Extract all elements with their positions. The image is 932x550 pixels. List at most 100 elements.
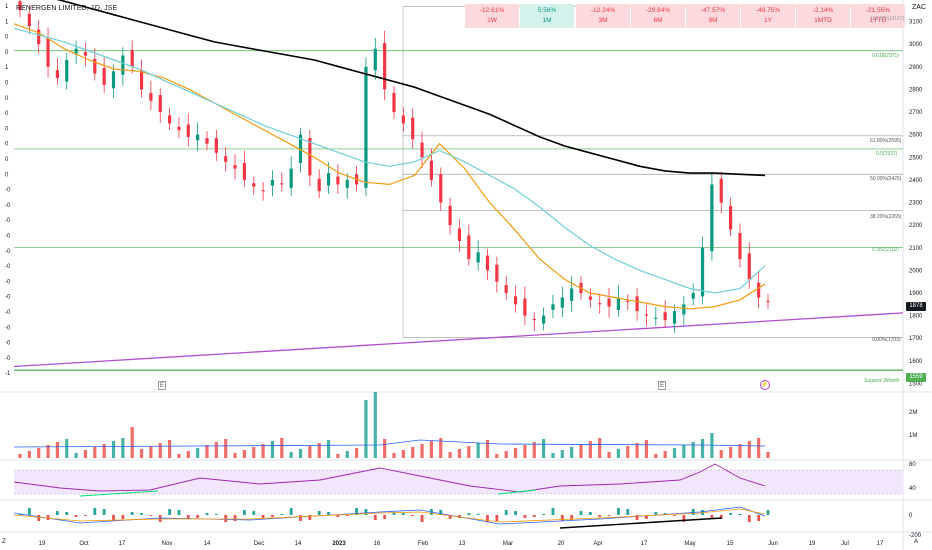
y-tick-label: 2900 <box>909 65 923 71</box>
macd-bar <box>327 512 330 515</box>
perf-value: -12.61% <box>479 7 505 14</box>
candle-body <box>289 168 293 188</box>
x-tick-label: May <box>684 541 695 547</box>
earnings-marker-b[interactable]: E <box>658 381 666 390</box>
volume-bar <box>355 448 359 458</box>
candle-body <box>485 255 490 271</box>
volume-bar <box>158 443 162 458</box>
candle-body <box>467 235 471 260</box>
candle-body <box>504 285 508 293</box>
macd-bar <box>617 508 620 515</box>
left-axis-label: 1 <box>5 19 9 25</box>
candle-body <box>196 134 200 141</box>
macd-bar <box>196 515 200 518</box>
x-tick-label: 16 <box>374 541 381 547</box>
x-tick-label: 14 <box>204 541 211 547</box>
candle-body <box>252 183 256 187</box>
candle-body <box>700 247 705 297</box>
volume-bar <box>457 449 462 458</box>
candle-body <box>672 311 677 324</box>
left-axis-label: -0 <box>5 188 11 194</box>
y-tick-label: 2300 <box>909 201 923 207</box>
perf-value: -2.14% <box>812 7 834 14</box>
candle-body <box>130 49 134 67</box>
volume-bar <box>626 446 630 458</box>
x-tick-label: Mar <box>503 541 513 547</box>
volume-bar <box>27 451 31 458</box>
candle-body <box>214 138 218 153</box>
perf-box-1y: -49.75% 1Y <box>741 4 795 28</box>
volume-bar <box>18 454 22 458</box>
perf-value: -47.57% <box>700 7 726 14</box>
perf-period: 1MTD <box>814 17 832 24</box>
candle-body <box>420 142 424 158</box>
macd-bar <box>214 514 218 515</box>
left-axis-label: -0 <box>5 203 11 209</box>
macd-bar <box>560 515 564 521</box>
left-axis-label: 0 <box>5 172 9 178</box>
macd-bar <box>261 515 265 518</box>
candle-body <box>168 115 172 124</box>
candle-body <box>551 304 555 310</box>
macd-bar <box>130 512 134 515</box>
macd-bar <box>514 511 517 515</box>
candle-body <box>513 296 518 305</box>
volume-bar <box>392 453 396 458</box>
fib-0618-label: 0.618(2971) <box>872 53 899 59</box>
macd-bar <box>205 513 209 515</box>
macd-bar <box>364 509 368 515</box>
candle-body <box>523 298 527 316</box>
volume-bar <box>37 448 41 458</box>
macd-bar <box>532 515 536 517</box>
x-tick-label: Dec <box>254 541 265 547</box>
candle-body <box>149 92 153 101</box>
y-tick-label: 2000 <box>909 268 923 274</box>
macd-bar <box>579 511 583 515</box>
zoom-label[interactable]: Z <box>2 539 6 545</box>
volume-bar <box>270 441 275 458</box>
left-axis-label: -0 <box>5 341 11 347</box>
macd-bar <box>299 515 302 521</box>
volume-bar <box>551 453 555 458</box>
volume-bar <box>149 446 153 458</box>
perf-box-6m: -29.64% 6M <box>631 4 685 28</box>
macd-bar <box>654 512 658 515</box>
candle-body <box>598 303 602 305</box>
volume-bar <box>766 452 770 458</box>
volume-bar <box>588 441 592 458</box>
macd-bar <box>607 515 611 516</box>
volume-bar <box>298 449 303 458</box>
macd-bar <box>411 515 415 516</box>
candle-body <box>83 52 88 56</box>
x-tick-label: Apr <box>593 541 602 547</box>
candle-body <box>429 160 433 180</box>
auto-scale-label[interactable]: A <box>914 539 918 545</box>
candle-body <box>635 296 639 312</box>
candle-body <box>158 95 162 113</box>
volume-bar <box>663 451 667 458</box>
earnings-marker-a[interactable]: E <box>158 381 166 390</box>
candle-body <box>626 300 630 303</box>
volume-bar <box>121 438 125 458</box>
macd-bar <box>598 515 602 517</box>
macd-bar <box>308 515 312 520</box>
volume-bar <box>729 447 733 458</box>
macd-bar <box>345 515 349 516</box>
volume-bar <box>336 454 340 458</box>
trend-line <box>13 312 904 368</box>
flash-icon[interactable]: ⚡ <box>760 380 770 390</box>
y-tick-label: 1700 <box>909 336 923 342</box>
y-tick-label: 1800 <box>909 314 923 320</box>
y-tick-label: 2100 <box>909 246 923 252</box>
candle-body <box>280 183 284 185</box>
price-chart[interactable]: 3100 3000 2900 2800 2700 2600 2500 2400 2300 2200… <box>0 0 932 550</box>
perf-box-3m: -12.24% 3M <box>576 4 630 28</box>
volume-bar <box>757 438 761 458</box>
candle-body <box>691 293 695 299</box>
volume-bar <box>326 440 331 458</box>
volume-bar <box>570 447 574 458</box>
volume-bar <box>233 453 237 458</box>
y-tick-label: 2400 <box>909 178 923 184</box>
x-tick-label: 19 <box>39 541 46 547</box>
volume-bar <box>111 441 116 458</box>
